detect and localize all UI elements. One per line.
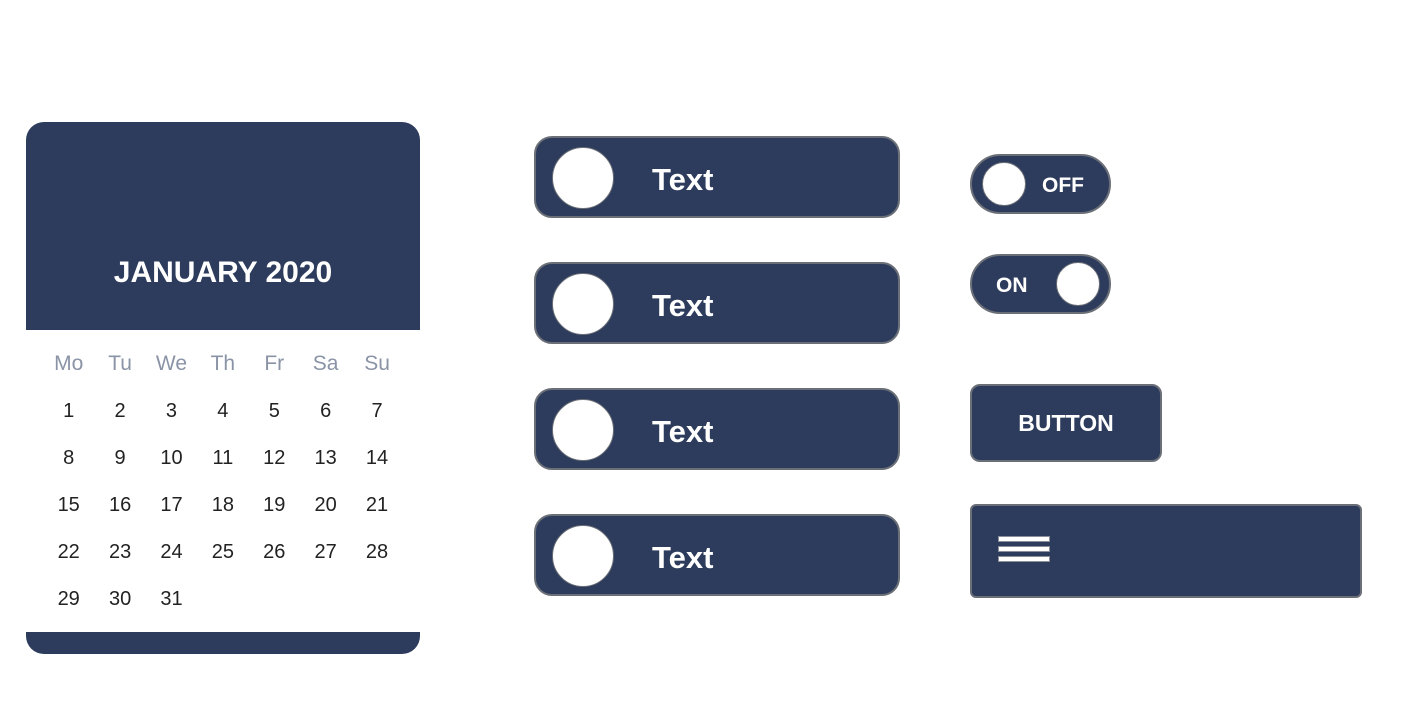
hamburger-menu-icon[interactable] bbox=[998, 536, 1050, 568]
calendar-day[interactable]: 29 bbox=[43, 588, 94, 618]
calendar-day[interactable]: 6 bbox=[300, 400, 351, 430]
weekday-label: Tu bbox=[108, 352, 132, 375]
calendar-day[interactable]: 26 bbox=[249, 541, 300, 571]
circle-icon bbox=[552, 273, 614, 335]
calendar-day[interactable]: 10 bbox=[146, 447, 197, 477]
calendar-day[interactable]: 2 bbox=[94, 400, 145, 430]
calendar-day bbox=[197, 588, 248, 618]
toggle-on[interactable]: ON bbox=[970, 254, 1111, 314]
calendar-day[interactable]: 21 bbox=[351, 494, 402, 524]
text-pill-3[interactable]: Text bbox=[534, 388, 900, 470]
calendar-day[interactable]: 15 bbox=[43, 494, 94, 524]
calendar-day[interactable]: 12 bbox=[249, 447, 300, 477]
calendar-day bbox=[249, 588, 300, 618]
toggle-off[interactable]: OFF bbox=[970, 154, 1111, 214]
weekday-label: Su bbox=[364, 352, 390, 375]
calendar-day[interactable]: 8 bbox=[43, 447, 94, 477]
weekday-label: We bbox=[155, 352, 188, 375]
calendar-header: JANUARY 2020 bbox=[26, 122, 420, 330]
calendar-day[interactable]: 18 bbox=[197, 494, 248, 524]
calendar-month-title: JANUARY 2020 bbox=[113, 256, 333, 289]
pill-label: Text bbox=[652, 540, 714, 575]
calendar-day[interactable]: 20 bbox=[300, 494, 351, 524]
calendar-day[interactable]: 17 bbox=[146, 494, 197, 524]
calendar-footer bbox=[26, 632, 420, 654]
weekday-label: Fr bbox=[264, 352, 285, 375]
calendar-day[interactable]: 5 bbox=[249, 400, 300, 430]
calendar-day[interactable]: 16 bbox=[94, 494, 145, 524]
calendar-day[interactable]: 24 bbox=[146, 541, 197, 571]
calendar-day bbox=[351, 588, 402, 618]
calendar-day[interactable]: 25 bbox=[197, 541, 248, 571]
calendar-weekday-row: Mo Tu We Th Fr Sa Su bbox=[43, 352, 403, 382]
pill-label: Text bbox=[652, 414, 714, 449]
weekday-label: Th bbox=[210, 352, 236, 375]
calendar-day[interactable]: 27 bbox=[300, 541, 351, 571]
calendar-day[interactable]: 28 bbox=[351, 541, 402, 571]
calendar-day[interactable]: 30 bbox=[94, 588, 145, 618]
calendar-day[interactable]: 23 bbox=[94, 541, 145, 571]
toggle-knob bbox=[982, 162, 1026, 206]
pill-label: Text bbox=[652, 288, 714, 323]
toggle-off-label: OFF bbox=[1042, 174, 1084, 197]
calendar-day[interactable]: 19 bbox=[249, 494, 300, 524]
toggle-on-label: ON bbox=[996, 274, 1028, 297]
pill-label: Text bbox=[652, 162, 714, 197]
calendar-week-row: 8 9 10 11 12 13 14 bbox=[43, 447, 403, 477]
weekday-label: Mo bbox=[54, 352, 84, 375]
calendar-week-row: 15 16 17 18 19 20 21 bbox=[43, 494, 403, 524]
calendar-day[interactable]: 14 bbox=[351, 447, 402, 477]
toggle-knob bbox=[1056, 262, 1100, 306]
circle-icon bbox=[552, 147, 614, 209]
text-pill-2[interactable]: Text bbox=[534, 262, 900, 344]
calendar-week-row: 22 23 24 25 26 27 28 bbox=[43, 541, 403, 571]
calendar-day[interactable]: 7 bbox=[351, 400, 402, 430]
calendar-day[interactable]: 31 bbox=[146, 588, 197, 618]
calendar-day[interactable]: 3 bbox=[146, 400, 197, 430]
weekday-label: Sa bbox=[312, 352, 339, 375]
calendar-day[interactable]: 13 bbox=[300, 447, 351, 477]
calendar-day[interactable]: 9 bbox=[94, 447, 145, 477]
text-pill-4[interactable]: Text bbox=[534, 514, 900, 596]
calendar-day[interactable]: 1 bbox=[43, 400, 94, 430]
text-pill-1[interactable]: Text bbox=[534, 136, 900, 218]
calendar-week-row: 1 2 3 4 5 6 7 bbox=[43, 400, 403, 430]
menu-bar bbox=[970, 504, 1362, 598]
calendar-day[interactable]: 4 bbox=[197, 400, 248, 430]
circle-icon bbox=[552, 399, 614, 461]
primary-button[interactable]: BUTTON bbox=[970, 384, 1162, 462]
calendar-day bbox=[300, 588, 351, 618]
calendar-week-row: 29 30 31 bbox=[43, 588, 403, 618]
calendar-widget: JANUARY 2020 Mo Tu We Th Fr Sa Su 1 2 3 … bbox=[26, 122, 420, 654]
calendar-day[interactable]: 22 bbox=[43, 541, 94, 571]
calendar-day[interactable]: 11 bbox=[197, 447, 248, 477]
circle-icon bbox=[552, 525, 614, 587]
